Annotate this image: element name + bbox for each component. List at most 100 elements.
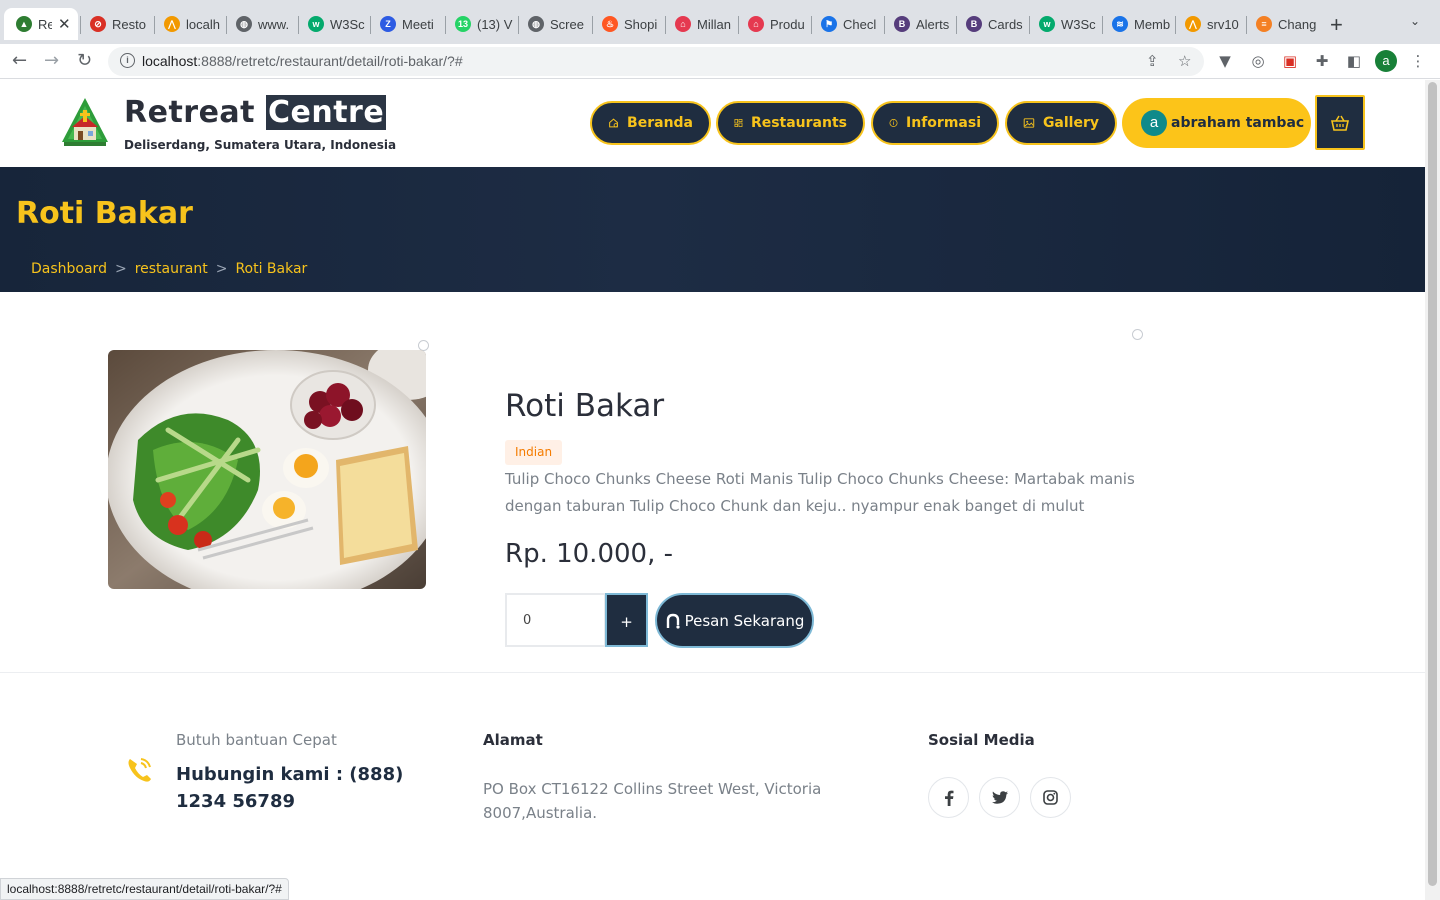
phone-call-icon [128, 758, 151, 782]
browser-tab[interactable]: ⋀ srv10 [1177, 8, 1244, 40]
quantity-plus-button[interactable]: + [605, 593, 648, 647]
product-price: Rp. 10.000, - [505, 539, 673, 569]
side-panel-icon[interactable]: ◧ [1345, 52, 1363, 70]
bookmark-star-icon[interactable]: ☆ [1178, 52, 1191, 70]
basket-icon [1331, 115, 1349, 131]
tab-title: Cards [988, 16, 1023, 32]
browser-tab[interactable]: ◍ www. [228, 8, 296, 40]
tab-separator [1246, 16, 1247, 34]
browser-tab[interactable]: ♨ Shopi [594, 8, 663, 40]
layout-icon [734, 119, 743, 127]
browser-tab[interactable]: B Cards [958, 8, 1027, 40]
facebook-button[interactable] [928, 777, 969, 818]
browser-tab[interactable]: ≋ Memb [1104, 8, 1173, 40]
breadcrumb: Dashboard > restaurant > Roti Bakar [31, 261, 307, 277]
tab-favicon-icon: 13 [455, 16, 471, 32]
category-badge: Indian [505, 440, 563, 465]
tab-separator [298, 16, 299, 34]
new-tab-button[interactable]: + [1330, 12, 1343, 38]
tab-favicon-icon: ⋀ [164, 16, 180, 32]
tab-title: Chang [1278, 16, 1316, 32]
brand-title[interactable]: Retreat Centre [124, 95, 387, 130]
tab-close-icon[interactable]: ✕ [58, 15, 71, 33]
browser-tab[interactable]: ⋀ localh [156, 8, 224, 40]
forward-icon[interactable]: → [44, 50, 59, 71]
tab-favicon-icon: ⌂ [675, 16, 691, 32]
browser-tab[interactable]: ⌂ Millan [667, 8, 736, 40]
tab-favicon-icon: ≋ [1112, 16, 1128, 32]
tab-title: Checl [843, 16, 877, 32]
info-icon [889, 119, 898, 127]
browser-tab[interactable]: ≡ Chang [1248, 8, 1318, 40]
page-viewport: Retreat Centre Deliserdang, Sumatera Uta… [0, 80, 1425, 900]
browser-tab[interactable]: Z Meeti [372, 8, 443, 40]
nav-label: Beranda [627, 115, 693, 131]
breadcrumb-restaurant[interactable]: restaurant [135, 261, 208, 277]
nav-gallery[interactable]: Gallery [1005, 101, 1117, 145]
user-menu-button[interactable]: a abraham tambac [1122, 98, 1311, 148]
retreat-logo-icon[interactable] [60, 96, 110, 148]
instagram-button[interactable] [1030, 777, 1071, 818]
tab-title: (13) V [477, 16, 513, 32]
page-scrollbar[interactable] [1425, 80, 1440, 900]
browser-tab[interactable]: ▲ Re ✕ [4, 8, 78, 40]
address-bar[interactable]: i localhost:8888/retretc/restaurant/deta… [108, 47, 1204, 76]
product-description: Tulip Choco Chunks Cheese Roti Manis Tul… [505, 470, 1135, 515]
tab-title: Scree [550, 16, 584, 32]
extensions-puzzle-icon[interactable]: ✚ [1313, 52, 1331, 70]
order-icon [666, 613, 680, 629]
browser-tab[interactable]: ⌂ Produ [740, 8, 809, 40]
twitter-button[interactable] [979, 777, 1020, 818]
back-icon[interactable]: ← [12, 50, 27, 71]
tab-title: Shopi [624, 16, 658, 32]
scrollbar-thumb[interactable] [1428, 82, 1437, 886]
url-text[interactable]: localhost:8888/retretc/restaurant/detail… [142, 53, 463, 69]
tab-favicon-icon: ≡ [1256, 16, 1272, 32]
order-now-button[interactable]: Pesan Sekarang [655, 593, 814, 648]
tab-separator [1029, 16, 1030, 34]
nav-informasi[interactable]: Informasi [871, 101, 999, 145]
decorative-ring [1132, 329, 1143, 340]
tab-favicon-icon: ⚑ [821, 16, 837, 32]
tab-favicon-icon: w [308, 16, 324, 32]
help-phone[interactable]: Hubungin kami : (888) 1234 56789 [176, 761, 426, 815]
tab-favicon-icon: ⋀ [1185, 16, 1201, 32]
profile-avatar[interactable]: a [1375, 50, 1397, 72]
extension-circle-icon[interactable]: ◎ [1249, 52, 1267, 70]
nav-beranda[interactable]: Beranda [590, 101, 711, 145]
tab-title: www. [258, 16, 290, 32]
home-icon [609, 118, 618, 128]
vue-devtools-icon[interactable]: ▼ [1216, 52, 1234, 70]
menu-kebab-icon[interactable]: ⋮ [1409, 52, 1427, 70]
tab-title: localh [186, 16, 220, 32]
tab-separator [811, 16, 812, 34]
tab-favicon-icon: Z [380, 16, 396, 32]
site-info-icon[interactable]: i [120, 53, 135, 68]
nav-restaurants[interactable]: Restaurants [716, 101, 865, 145]
cart-button[interactable] [1315, 95, 1365, 150]
quantity-input[interactable] [505, 593, 606, 647]
browser-tab[interactable]: w W3Sc [1031, 8, 1100, 40]
tab-search-icon[interactable]: ⌄ [1410, 14, 1420, 28]
brand-title-part2: Centre [265, 95, 387, 130]
address-heading: Alamat [483, 731, 543, 749]
tab-separator [1175, 16, 1176, 34]
user-name: abraham tambac [1171, 115, 1305, 131]
browser-tab[interactable]: B Alerts [886, 8, 954, 40]
tab-separator [226, 16, 227, 34]
browser-tab[interactable]: w W3Sc [300, 8, 368, 40]
browser-tab[interactable]: ⊘ Resto [82, 8, 152, 40]
browser-tab[interactable]: ⚑ Checl [813, 8, 882, 40]
browser-tab[interactable]: 13 (13) V [447, 8, 516, 40]
tab-separator [884, 16, 885, 34]
extension-red-icon[interactable]: ▣ [1281, 52, 1299, 70]
breadcrumb-dashboard[interactable]: Dashboard [31, 261, 107, 277]
tab-separator [956, 16, 957, 34]
share-icon[interactable]: ⇪ [1146, 52, 1159, 70]
nav-label: Gallery [1042, 115, 1099, 131]
reload-icon[interactable]: ↻ [77, 50, 92, 71]
social-heading: Sosial Media [928, 731, 1035, 749]
tab-favicon-icon: ⊘ [90, 16, 106, 32]
tab-favicon-icon: B [894, 16, 910, 32]
browser-tab[interactable]: ◍ Scree [520, 8, 590, 40]
